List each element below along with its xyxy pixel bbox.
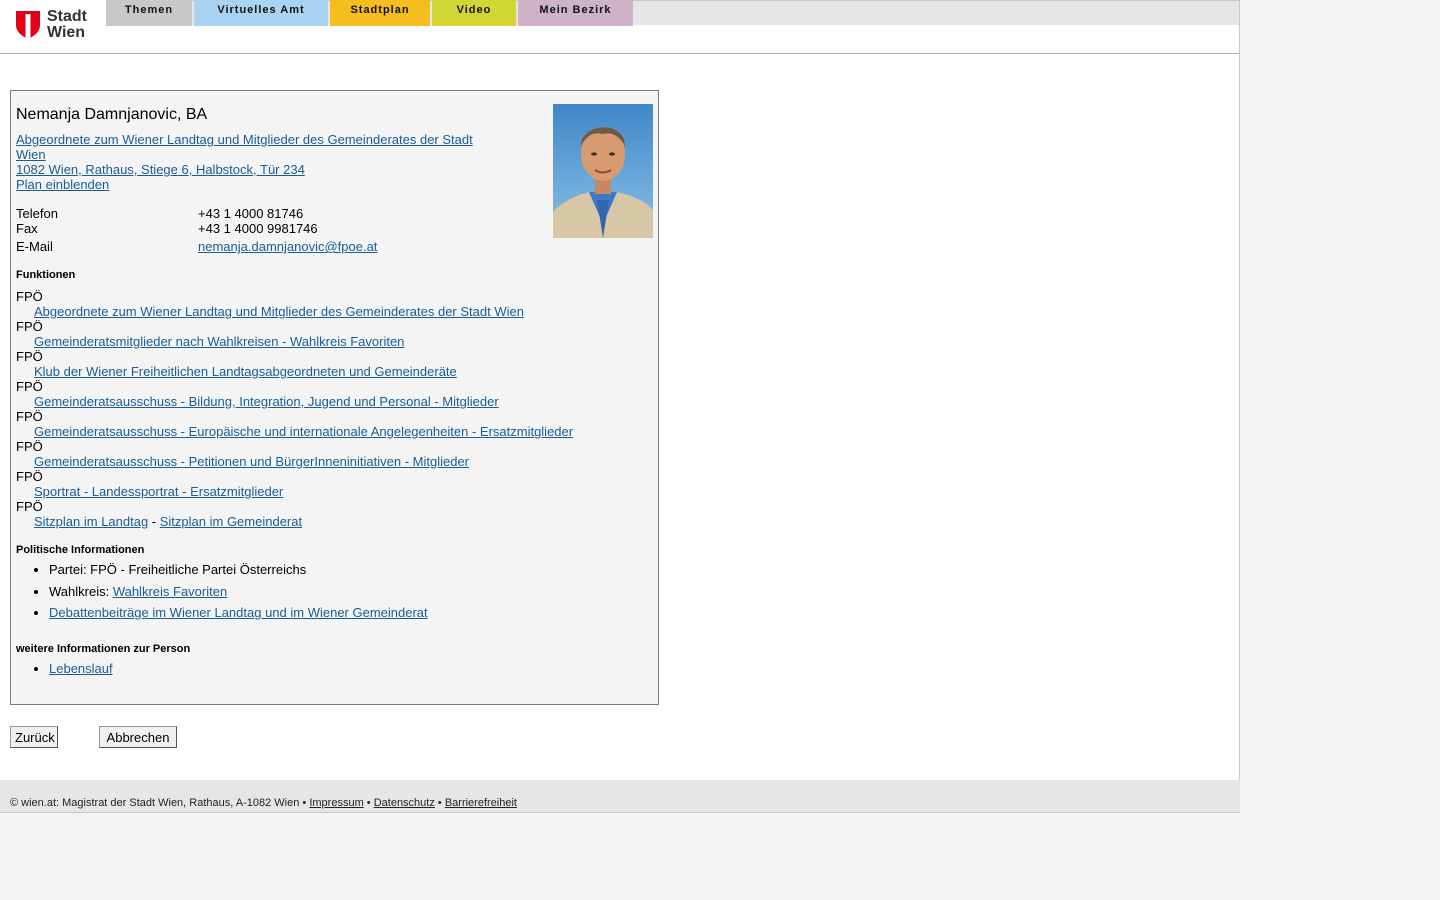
- function-party: FPÖ: [16, 469, 43, 484]
- seating-plan-links: Sitzplan im Landtag - Sitzplan im Gemein…: [16, 514, 646, 529]
- phone-label: Telefon: [16, 206, 58, 221]
- address-link[interactable]: 1082 Wien, Rathaus, Stiege 6, Halbstock,…: [16, 162, 486, 177]
- functions-heading: Funktionen: [16, 269, 76, 281]
- nav-tab-stadtplan[interactable]: Stadtplan: [330, 0, 430, 26]
- function-link[interactable]: Sportrat - Landessportrat - Ersatzmitgli…: [34, 484, 283, 499]
- wahlkreis-item: Wahlkreis: Wahlkreis Favoriten: [49, 583, 428, 599]
- party-item: Partei: FPÖ - Freiheitliche Partei Öster…: [49, 563, 428, 577]
- nav-tab-themen[interactable]: Themen: [106, 0, 192, 26]
- nav-tab-virtuelles-amt[interactable]: Virtuelles Amt: [194, 0, 328, 26]
- role-link-line1: Abgeordnete zum Wiener Landtag und Mitgl…: [16, 132, 473, 147]
- function-party: FPÖ: [16, 349, 43, 364]
- function-link[interactable]: Klub der Wiener Freiheitlichen Landtagsa…: [34, 364, 457, 379]
- functions-list: FPÖ Abgeordnete zum Wiener Landtag und M…: [16, 289, 646, 529]
- stadt-wien-logo[interactable]: Stadt Wien: [16, 9, 96, 43]
- logo-text-line1: Stadt: [47, 8, 87, 25]
- page-content-area: Stadt Wien Themen Virtuelles Amt Stadtpl…: [0, 0, 1240, 780]
- footer-separator: •: [434, 797, 445, 809]
- footer-text: © wien.at: Magistrat der Stadt Wien, Rat…: [10, 797, 517, 809]
- person-photo: [553, 104, 653, 238]
- address-block: Abgeordnete zum Wiener Landtag und Mitgl…: [16, 132, 486, 192]
- function-party: FPÖ: [16, 379, 43, 394]
- wahlkreis-link[interactable]: Wahlkreis Favoriten: [113, 584, 227, 599]
- role-link[interactable]: Abgeordnete zum Wiener Landtag und Mitgl…: [16, 132, 486, 162]
- nav-tab-video[interactable]: Video: [432, 0, 516, 26]
- role-link-line2: Wien: [16, 147, 46, 162]
- function-party: FPÖ: [16, 319, 43, 334]
- function-link[interactable]: Abgeordnete zum Wiener Landtag und Mitgl…: [34, 304, 524, 319]
- site-header: Stadt Wien Themen Virtuelles Amt Stadtpl…: [0, 0, 1239, 54]
- logo-text-line2: Wien: [47, 24, 86, 41]
- fax-value: +43 1 4000 9981746: [198, 221, 318, 236]
- email-link[interactable]: nemanja.damnjanovic@fpoe.at: [198, 239, 377, 254]
- debate-item: Debattenbeiträge im Wiener Landtag und i…: [49, 606, 428, 620]
- main-navigation: Themen Virtuelles Amt Stadtplan Video Me…: [106, 0, 635, 26]
- fax-label: Fax: [16, 221, 38, 236]
- barrierefreiheit-link[interactable]: Barrierefreiheit: [445, 797, 517, 809]
- political-info-list: Partei: FPÖ - Freiheitliche Partei Öster…: [16, 563, 428, 628]
- cv-item: Lebenslauf: [49, 662, 113, 676]
- site-footer: © wien.at: Magistrat der Stadt Wien, Rat…: [0, 780, 1240, 813]
- portrait-image: [553, 104, 653, 238]
- more-info-heading: weitere Informationen zur Person: [16, 643, 191, 655]
- function-link[interactable]: Gemeinderatsausschuss - Bildung, Integra…: [34, 394, 499, 409]
- back-button[interactable]: Zurück: [10, 726, 58, 748]
- seating-plan-landtag-link[interactable]: Sitzplan im Landtag: [34, 514, 148, 529]
- cancel-button[interactable]: Abbrechen: [99, 726, 177, 748]
- more-info-list: Lebenslauf: [16, 662, 113, 676]
- party-text: Partei: FPÖ - Freiheitliche Partei Öster…: [49, 562, 307, 577]
- seating-plan-gemeinderat-link[interactable]: Sitzplan im Gemeinderat: [160, 514, 302, 529]
- phone-value: +43 1 4000 81746: [198, 206, 304, 221]
- political-info-heading: Politische Informationen: [16, 544, 145, 556]
- function-party: FPÖ: [16, 499, 43, 514]
- wahlkreis-label: Wahlkreis:: [49, 583, 113, 599]
- person-details-card: Nemanja Damnjanovic, BA Abgeordnete zum …: [10, 90, 659, 705]
- function-link[interactable]: Gemeinderatsausschuss - Europäische und …: [34, 424, 573, 439]
- function-party: FPÖ: [16, 439, 43, 454]
- show-map-link[interactable]: Plan einblenden: [16, 177, 486, 192]
- footer-separator: •: [363, 797, 374, 809]
- function-party: FPÖ: [16, 289, 43, 304]
- person-name: Nemanja Damnjanovic, BA: [16, 106, 208, 123]
- cv-link[interactable]: Lebenslauf: [49, 661, 113, 676]
- vienna-shield-icon: [16, 11, 40, 39]
- logo-text: Stadt Wien: [47, 9, 87, 41]
- function-link[interactable]: Gemeinderatsausschuss - Petitionen und B…: [34, 454, 469, 469]
- function-link[interactable]: Gemeinderatsmitglieder nach Wahlkreisen …: [34, 334, 404, 349]
- footer-copyright: © wien.at: Magistrat der Stadt Wien, Rat…: [10, 797, 310, 809]
- function-party: FPÖ: [16, 409, 43, 424]
- seating-plan-separator: -: [148, 514, 160, 529]
- email-label: E-Mail: [16, 239, 53, 254]
- datenschutz-link[interactable]: Datenschutz: [374, 797, 435, 809]
- impressum-link[interactable]: Impressum: [309, 797, 363, 809]
- debate-contributions-link[interactable]: Debattenbeiträge im Wiener Landtag und i…: [49, 605, 428, 620]
- nav-tab-mein-bezirk[interactable]: Mein Bezirk: [518, 0, 633, 26]
